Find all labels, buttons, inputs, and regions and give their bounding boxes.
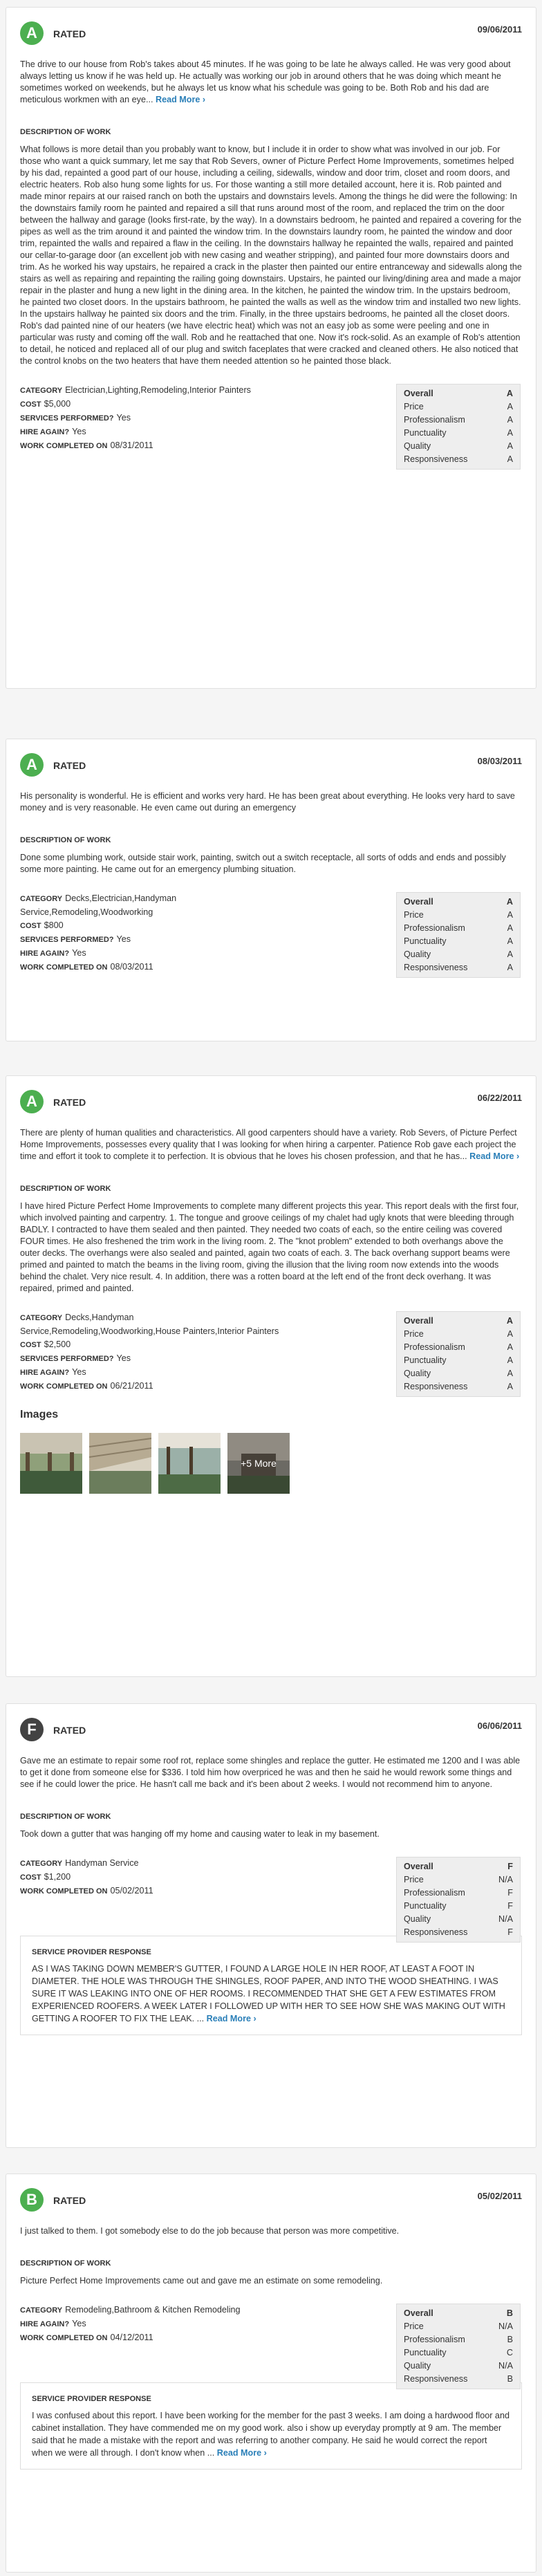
image-thumbnail[interactable] — [20, 1433, 82, 1494]
review-comment: His personality is wonderful. He is effi… — [20, 791, 515, 813]
grade-badge: A — [20, 21, 44, 45]
read-more-link[interactable]: Read More › — [469, 1151, 519, 1161]
review-card: A RATED 09/06/2011 The drive to our hous… — [6, 7, 536, 689]
rated-label: RATED — [53, 28, 86, 39]
services-row: SERVICES PERFORMED? Yes — [20, 934, 131, 944]
work-description-heading: DESCRIPTION OF WORK — [20, 836, 111, 844]
hire-again-row: HIRE AGAIN? Yes — [20, 427, 86, 436]
work-description-heading: DESCRIPTION OF WORK — [20, 128, 111, 136]
hire-again-row: HIRE AGAIN? Yes — [20, 948, 86, 958]
review-comment: I just talked to them. I got somebody el… — [20, 2226, 400, 2236]
review-card: A RATED 08/03/2011 His personality is wo… — [6, 739, 536, 1041]
provider-response-heading: SERVICE PROVIDER RESPONSE — [32, 2395, 151, 2403]
grades-box: Overall A Price A Professionalism A Punctua… — [396, 1311, 521, 1397]
image-thumbnail[interactable]: +5 More — [227, 1433, 290, 1494]
review-comment: Gave me an estimate to repair some roof … — [20, 1756, 521, 1789]
grades-box: Overall A Price A Professionalism A Punctua… — [396, 892, 521, 978]
chevron-right-icon: › — [253, 2014, 256, 2023]
hire-again-row: HIRE AGAIN? Yes — [20, 1367, 86, 1377]
review-date: 05/02/2011 — [477, 2191, 522, 2201]
review-date: 08/03/2011 — [477, 756, 522, 766]
image-thumbnail[interactable] — [158, 1433, 221, 1494]
review-card: A RATED 06/22/2011 There are plenty of h… — [6, 1075, 536, 1677]
work-description-heading: DESCRIPTION OF WORK — [20, 1813, 111, 1821]
provider-response-heading: SERVICE PROVIDER RESPONSE — [32, 1948, 151, 1956]
category-row: CATEGORY Handyman Service — [20, 1858, 139, 1868]
work-description: I have hired Picture Perfect Home Improv… — [20, 1201, 519, 1293]
services-row: SERVICES PERFORMED? Yes — [20, 413, 131, 423]
hire-again-row: HIRE AGAIN? Yes — [20, 2319, 86, 2328]
cost-row: COST $1,200 — [20, 1872, 71, 1882]
work-description: Done some plumbing work, outside stair w… — [20, 853, 506, 874]
rated-label: RATED — [53, 760, 86, 771]
work-description: Took down a gutter that was hanging off … — [20, 1829, 380, 1839]
provider-response-text: AS I WAS TAKING DOWN MEMBER'S GUTTER, I … — [32, 1964, 505, 2023]
provider-response-text: I was confused about this report. I have… — [32, 2411, 510, 2458]
chevron-right-icon: › — [202, 95, 206, 104]
read-more-link[interactable]: Read More › — [217, 2448, 267, 2458]
rated-label: RATED — [53, 1725, 86, 1736]
completed-row: WORK COMPLETED ON 08/31/2011 — [20, 441, 153, 450]
chevron-right-icon: › — [263, 2448, 267, 2458]
completed-row: WORK COMPLETED ON 05/02/2011 — [20, 1886, 153, 1896]
grades-box: Overall A Price A Professionalism A Punctua… — [396, 384, 521, 470]
review-date: 09/06/2011 — [477, 24, 522, 35]
review-card: F RATED 06/06/2011 Gave me an estimate t… — [6, 1703, 536, 2148]
more-images-overlay[interactable]: +5 More — [227, 1433, 290, 1494]
cost-row: COST $2,500 — [20, 1340, 71, 1349]
review-date: 06/22/2011 — [477, 1093, 522, 1103]
review-card: B RATED 05/02/2011 I just talked to them… — [6, 2174, 536, 2573]
rated-label: RATED — [53, 1097, 86, 1108]
grade-badge: A — [20, 1090, 44, 1113]
work-description-heading: DESCRIPTION OF WORK — [20, 1185, 111, 1193]
work-description-heading: DESCRIPTION OF WORK — [20, 2259, 111, 2268]
grades-box: Overall B Price N/A Professionalism B Punct… — [396, 2304, 521, 2389]
category-row: CATEGORY Decks,Handyman Service,Remodelin… — [20, 1313, 279, 1336]
grades-box: Overall F Price N/A Professionalism F Punct… — [396, 1857, 521, 1943]
image-thumbnail[interactable] — [89, 1433, 151, 1494]
completed-row: WORK COMPLETED ON 06/21/2011 — [20, 1381, 153, 1391]
grade-badge: A — [20, 753, 44, 777]
review-comment: The drive to our house from Rob's takes … — [20, 59, 511, 104]
read-more-link[interactable]: Read More › — [156, 95, 205, 104]
provider-response: SERVICE PROVIDER RESPONSE AS I WAS TAKIN… — [20, 1936, 522, 2035]
category-row: CATEGORY Electrician,Lighting,Remodeling,… — [20, 385, 251, 395]
review-date: 06/06/2011 — [477, 1721, 522, 1731]
rated-label: RATED — [53, 2195, 86, 2206]
completed-row: WORK COMPLETED ON 04/12/2011 — [20, 2333, 153, 2342]
provider-response: SERVICE PROVIDER RESPONSE I was confused… — [20, 2382, 522, 2470]
grade-badge: F — [20, 1718, 44, 1741]
category-row: CATEGORY Decks,Electrician,Handyman Servi… — [20, 893, 177, 917]
services-row: SERVICES PERFORMED? Yes — [20, 1353, 131, 1363]
chevron-right-icon: › — [516, 1151, 520, 1161]
cost-row: COST $5,000 — [20, 399, 71, 409]
cost-row: COST $800 — [20, 920, 64, 930]
read-more-link[interactable]: Read More › — [207, 2014, 256, 2023]
category-row: CATEGORY Remodeling,Bathroom & Kitchen Re… — [20, 2305, 241, 2315]
images-heading: Images — [20, 1409, 59, 1420]
work-description: Picture Perfect Home Improvements came o… — [20, 2276, 383, 2286]
work-description: What follows is more detail than you pro… — [20, 145, 522, 366]
completed-row: WORK COMPLETED ON 08/03/2011 — [20, 962, 153, 972]
review-comment: There are plenty of human qualities and … — [20, 1128, 520, 1161]
grade-badge: B — [20, 2188, 44, 2212]
